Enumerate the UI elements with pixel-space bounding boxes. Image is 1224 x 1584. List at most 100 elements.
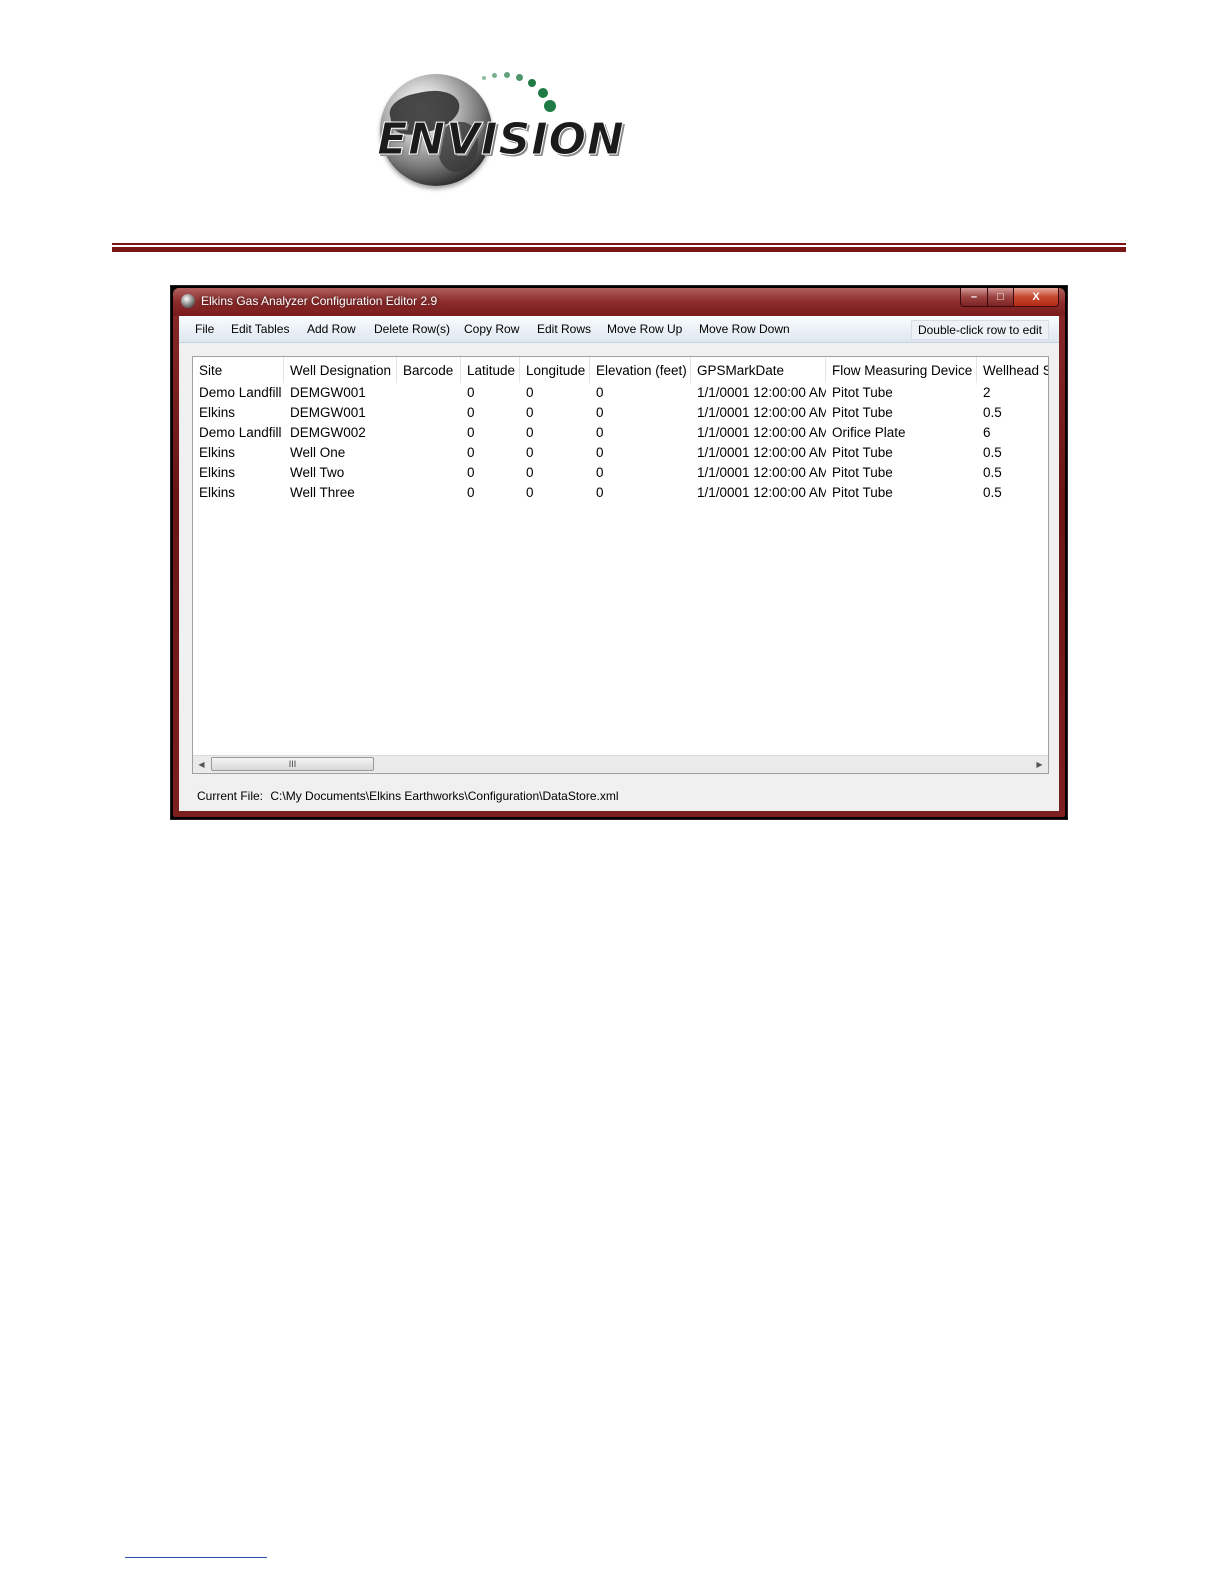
table-cell: DEMGW001: [290, 385, 366, 400]
client-area: File Edit Tables Add Row Delete Row(s) C…: [179, 316, 1059, 811]
window-controls: – □ X: [960, 288, 1059, 308]
table-cell: Demo Landfill: [199, 425, 282, 440]
table-cell: 1/1/0001 12:00:00 AM: [697, 465, 826, 480]
table-cell: 0: [526, 465, 534, 480]
table-cell: 0: [526, 385, 534, 400]
table-row[interactable]: Elkins Well Three 0 0 0 1/1/0001 12:00:00 AM P…: [193, 483, 1048, 503]
table-cell: 0: [526, 425, 534, 440]
close-button[interactable]: X: [1014, 288, 1059, 307]
menu-copy-row[interactable]: Copy Row: [464, 322, 519, 336]
window-title: Elkins Gas Analyzer Configuration Editor…: [201, 294, 438, 308]
table-cell: 0: [526, 485, 534, 500]
table-row[interactable]: Elkins DEMGW001 0 0 0 1/1/0001 12:00:00 AM Pit…: [193, 403, 1048, 423]
table-row[interactable]: Demo Landfill DEMGW002 0 0 0 1/1/0001 12:00:0…: [193, 423, 1048, 443]
header-rule-thick: [112, 247, 1126, 252]
menu-edit-tables[interactable]: Edit Tables: [231, 322, 289, 336]
horizontal-scrollbar[interactable]: ◀ III ▶: [193, 755, 1048, 773]
table-cell: 0: [467, 405, 475, 420]
menu-delete-rows[interactable]: Delete Row(s): [374, 322, 450, 336]
table-cell: [397, 423, 461, 443]
table-cell: Pitot Tube: [832, 445, 893, 460]
table-cell: Pitot Tube: [832, 485, 893, 500]
menu-move-row-up[interactable]: Move Row Up: [607, 322, 682, 336]
minimize-icon: –: [970, 291, 978, 303]
header-rule-thin: [112, 243, 1126, 245]
column-header-well-designation[interactable]: Well Designation: [284, 357, 397, 383]
current-file-label: Current File:: [197, 789, 264, 803]
table-cell: 1/1/0001 12:00:00 AM: [697, 485, 826, 500]
close-icon: X: [1032, 291, 1040, 303]
column-header-elevation[interactable]: Elevation (feet): [590, 357, 691, 383]
current-file-path: C:\My Documents\Elkins Earthworks\Config…: [270, 789, 619, 803]
maximize-button[interactable]: □: [988, 288, 1014, 307]
menu-move-row-down[interactable]: Move Row Down: [699, 322, 790, 336]
table-cell: [397, 463, 461, 483]
table-cell: 6: [983, 425, 991, 440]
envision-logo: ENVISION: [376, 68, 626, 193]
column-header-site[interactable]: Site: [193, 357, 284, 383]
minimize-button[interactable]: –: [960, 288, 988, 307]
menu-add-row[interactable]: Add Row: [307, 322, 356, 336]
table-cell: 0: [467, 425, 475, 440]
status-bar: Current File: C:\My Documents\Elkins Ear…: [197, 789, 619, 803]
column-header-longitude[interactable]: Longitude: [520, 357, 590, 383]
table-cell: Pitot Tube: [832, 405, 893, 420]
table-cell: 0.5: [983, 465, 1002, 480]
table-cell: 0.5: [983, 445, 1002, 460]
table-cell: 0: [526, 445, 534, 460]
table-cell: 0: [596, 405, 604, 420]
screenshot-frame: Elkins Gas Analyzer Configuration Editor…: [170, 285, 1068, 820]
table-cell: [397, 403, 461, 423]
menu-file[interactable]: File: [195, 322, 214, 336]
app-window: Elkins Gas Analyzer Configuration Editor…: [173, 288, 1065, 817]
table-cell: 0: [526, 405, 534, 420]
footer-link-underline[interactable]: [125, 1557, 267, 1558]
table-cell: Elkins: [199, 405, 236, 420]
data-grid[interactable]: Site Well Designation Barcode Latitude L…: [192, 356, 1049, 774]
table-cell: Well Two: [290, 465, 345, 480]
scroll-thumb[interactable]: III: [211, 757, 374, 771]
table-cell: 0: [596, 445, 604, 460]
table-cell: 0.5: [983, 485, 1002, 500]
app-icon[interactable]: [181, 294, 195, 308]
table-cell: Pitot Tube: [832, 465, 893, 480]
table-cell: Orifice Plate: [832, 425, 906, 440]
table-cell: 0: [596, 485, 604, 500]
table-cell: 0: [467, 465, 475, 480]
table-cell: 0.5: [983, 405, 1002, 420]
table-cell: 0: [467, 385, 475, 400]
table-row[interactable]: Demo Landfill DEMGW001 0 0 0 1/1/0001 12:00:0…: [193, 383, 1048, 403]
column-header-wellhead[interactable]: Wellhead S: [977, 357, 1048, 383]
table-cell: 0: [596, 385, 604, 400]
table-cell: Pitot Tube: [832, 385, 893, 400]
table-cell: [397, 443, 461, 463]
table-row[interactable]: Elkins Well Two 0 0 0 1/1/0001 12:00:00 AM Pit…: [193, 463, 1048, 483]
column-header-latitude[interactable]: Latitude: [461, 357, 520, 383]
table-cell: DEMGW001: [290, 405, 366, 420]
logo-wordmark: ENVISION: [377, 114, 625, 166]
table-cell: Demo Landfill: [199, 385, 282, 400]
menu-edit-rows[interactable]: Edit Rows: [537, 322, 591, 336]
scroll-left-arrow-icon[interactable]: ◀: [193, 756, 210, 773]
scroll-right-arrow-icon[interactable]: ▶: [1031, 756, 1048, 773]
table-cell: DEMGW002: [290, 425, 366, 440]
table-cell: [397, 383, 461, 403]
table-cell: 1/1/0001 12:00:00 AM: [697, 405, 826, 420]
column-header-flow-measuring-device[interactable]: Flow Measuring Device: [826, 357, 977, 383]
column-header-barcode[interactable]: Barcode: [397, 357, 461, 383]
table-cell: 1/1/0001 12:00:00 AM: [697, 445, 826, 460]
table-row[interactable]: Elkins Well One 0 0 0 1/1/0001 12:00:00 AM Pit…: [193, 443, 1048, 463]
title-bar[interactable]: Elkins Gas Analyzer Configuration Editor…: [173, 288, 1065, 316]
table-cell: Well One: [290, 445, 346, 460]
table-cell: 2: [983, 385, 991, 400]
table-cell: [397, 483, 461, 503]
table-cell: Elkins: [199, 465, 236, 480]
column-header-gps-mark-date[interactable]: GPSMarkDate: [691, 357, 826, 383]
table-cell: Well Three: [290, 485, 355, 500]
table-cell: Elkins: [199, 445, 236, 460]
table-cell: 1/1/0001 12:00:00 AM: [697, 425, 826, 440]
maximize-icon: □: [997, 291, 1004, 303]
table-cell: 0: [596, 425, 604, 440]
table-cell: 0: [467, 445, 475, 460]
edit-hint: Double-click row to edit: [910, 320, 1049, 340]
